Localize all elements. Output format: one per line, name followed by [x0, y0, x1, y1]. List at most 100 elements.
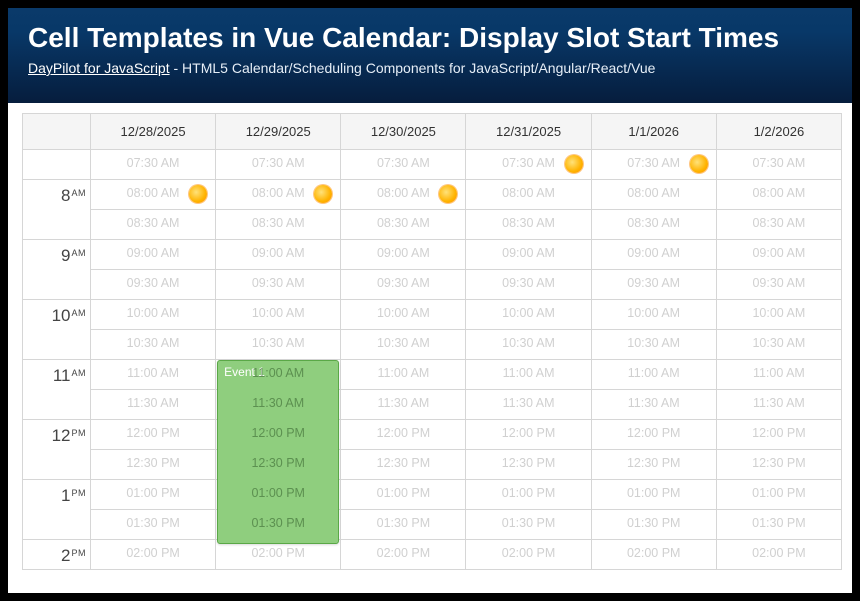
time-slot[interactable]: 07:30 AM — [216, 150, 341, 180]
time-slot[interactable]: 02:00 PM — [91, 540, 216, 570]
time-slot[interactable]: 09:00 AM — [466, 240, 591, 270]
slot-start-time: 08:00 AM — [466, 186, 590, 200]
time-slot[interactable]: 01:30 PM — [716, 510, 841, 540]
time-slot[interactable]: 12:30 PM — [591, 450, 716, 480]
time-slot[interactable]: 12:00 PM — [341, 420, 466, 450]
time-slot[interactable]: 02:00 PM — [591, 540, 716, 570]
time-slot[interactable]: 08:00 AM — [466, 180, 591, 210]
time-slot[interactable]: 12:30 PM — [466, 450, 591, 480]
time-slot[interactable]: 10:00 AM — [591, 300, 716, 330]
slot-start-time: 10:00 AM — [717, 306, 841, 320]
tagline-rest: - HTML5 Calendar/Scheduling Components f… — [170, 60, 656, 76]
time-slot[interactable]: 08:30 AM — [216, 210, 341, 240]
time-slot[interactable]: 10:00 AM — [716, 300, 841, 330]
time-slot[interactable]: 08:00 AM — [216, 180, 341, 210]
time-slot[interactable]: 09:00 AM — [91, 240, 216, 270]
time-slot[interactable]: 10:00 AM — [216, 300, 341, 330]
time-slot[interactable]: 08:30 AM — [341, 210, 466, 240]
time-slot[interactable]: 08:30 AM — [91, 210, 216, 240]
time-slot[interactable]: 12:00 PM — [91, 420, 216, 450]
time-slot[interactable]: 02:00 PM — [466, 540, 591, 570]
time-slot[interactable]: 07:30 AM — [341, 150, 466, 180]
time-slot[interactable]: 10:30 AM — [91, 330, 216, 360]
time-slot[interactable]: 12:30 PM — [91, 450, 216, 480]
time-slot[interactable]: 08:00 AM — [341, 180, 466, 210]
slot-start-time: 08:30 AM — [91, 216, 215, 230]
slot-start-time: 09:00 AM — [592, 246, 716, 260]
time-slot[interactable]: 11:30 AM — [341, 390, 466, 420]
sun-icon — [439, 185, 457, 203]
time-slot[interactable]: 11:30 AM — [591, 390, 716, 420]
time-slot[interactable]: 09:30 AM — [341, 270, 466, 300]
time-slot[interactable]: 01:30 PM — [591, 510, 716, 540]
time-slot[interactable]: 07:30 AM — [591, 150, 716, 180]
time-slot[interactable]: 01:00 PM — [341, 480, 466, 510]
slot-start-time: 11:00 AM — [91, 366, 215, 380]
time-slot[interactable]: 07:30 AM — [716, 150, 841, 180]
time-slot[interactable]: 01:00 PM — [91, 480, 216, 510]
time-slot[interactable]: 01:30 PM — [91, 510, 216, 540]
slot-start-time: 10:30 AM — [341, 336, 465, 350]
time-slot[interactable]: 10:00 AM — [341, 300, 466, 330]
time-slot[interactable]: 01:00 PM — [591, 480, 716, 510]
daypilot-link[interactable]: DayPilot for JavaScript — [28, 60, 170, 76]
slot-start-time: 08:30 AM — [592, 216, 716, 230]
time-slot[interactable]: 11:30 AM — [716, 390, 841, 420]
time-slot[interactable]: 01:00 PM — [466, 480, 591, 510]
time-slot[interactable]: 10:30 AM — [341, 330, 466, 360]
time-slot[interactable]: 10:30 AM — [216, 330, 341, 360]
slot-start-time: 01:00 PM — [592, 486, 716, 500]
time-slot[interactable]: 11:00 AM — [466, 360, 591, 390]
time-slot[interactable]: 09:30 AM — [216, 270, 341, 300]
slot-start-time: 12:30 PM — [466, 456, 590, 470]
time-slot[interactable]: 11:00 AM — [591, 360, 716, 390]
time-slot[interactable]: 12:30 PM — [716, 450, 841, 480]
time-slot[interactable]: 08:30 AM — [466, 210, 591, 240]
time-slot[interactable]: 11:30 AM — [91, 390, 216, 420]
time-slot[interactable]: 02:00 PM — [341, 540, 466, 570]
time-slot[interactable]: 10:00 AM — [466, 300, 591, 330]
time-slot[interactable]: 10:00 AM — [91, 300, 216, 330]
time-slot[interactable]: 10:30 AM — [591, 330, 716, 360]
time-slot[interactable]: 09:00 AM — [216, 240, 341, 270]
time-slot[interactable]: 02:00 PM — [216, 540, 341, 570]
time-slot[interactable]: 01:00 PM — [716, 480, 841, 510]
time-slot[interactable]: 08:00 AM — [91, 180, 216, 210]
slot-start-time: 12:00 PM — [466, 426, 590, 440]
time-slot[interactable]: 02:00 PM — [716, 540, 841, 570]
time-slot[interactable]: 09:30 AM — [716, 270, 841, 300]
time-slot[interactable]: 11:00 AM — [716, 360, 841, 390]
time-slot[interactable]: 12:30 PM — [341, 450, 466, 480]
time-slot[interactable]: 11:00 AM — [91, 360, 216, 390]
time-slot[interactable]: 08:30 AM — [591, 210, 716, 240]
slot-start-time: 08:30 AM — [717, 216, 841, 230]
hour-label: 10AM — [23, 300, 91, 360]
time-slot[interactable]: 11:00 AM — [341, 360, 466, 390]
time-slot[interactable]: 11:00 AMEvent 1 — [216, 360, 341, 390]
time-slot[interactable]: 10:30 AM — [716, 330, 841, 360]
time-slot[interactable]: 09:30 AM — [91, 270, 216, 300]
slot-start-time: 12:00 PM — [592, 426, 716, 440]
time-slot[interactable]: 01:30 PM — [466, 510, 591, 540]
time-slot[interactable]: 09:00 AM — [591, 240, 716, 270]
slot-start-time: 11:30 AM — [717, 396, 841, 410]
time-slot[interactable]: 10:30 AM — [466, 330, 591, 360]
time-slot[interactable]: 08:30 AM — [716, 210, 841, 240]
slot-start-time: 12:30 PM — [717, 456, 841, 470]
time-slot[interactable]: 07:30 AM — [91, 150, 216, 180]
time-slot[interactable]: 01:30 PM — [341, 510, 466, 540]
time-slot[interactable]: 08:00 AM — [591, 180, 716, 210]
time-slot[interactable]: 07:30 AM — [466, 150, 591, 180]
time-slot[interactable]: 09:00 AM — [716, 240, 841, 270]
time-slot[interactable]: 12:00 PM — [591, 420, 716, 450]
time-slot[interactable]: 12:00 PM — [716, 420, 841, 450]
time-slot[interactable]: 12:00 PM — [466, 420, 591, 450]
time-slot[interactable]: 09:30 AM — [591, 270, 716, 300]
time-slot[interactable]: 11:30 AM — [466, 390, 591, 420]
slot-start-time: 10:00 AM — [592, 306, 716, 320]
calendar-event[interactable]: Event 1 — [217, 360, 339, 544]
slot-start-time: 11:00 AM — [466, 366, 590, 380]
time-slot[interactable]: 08:00 AM — [716, 180, 841, 210]
time-slot[interactable]: 09:30 AM — [466, 270, 591, 300]
time-slot[interactable]: 09:00 AM — [341, 240, 466, 270]
